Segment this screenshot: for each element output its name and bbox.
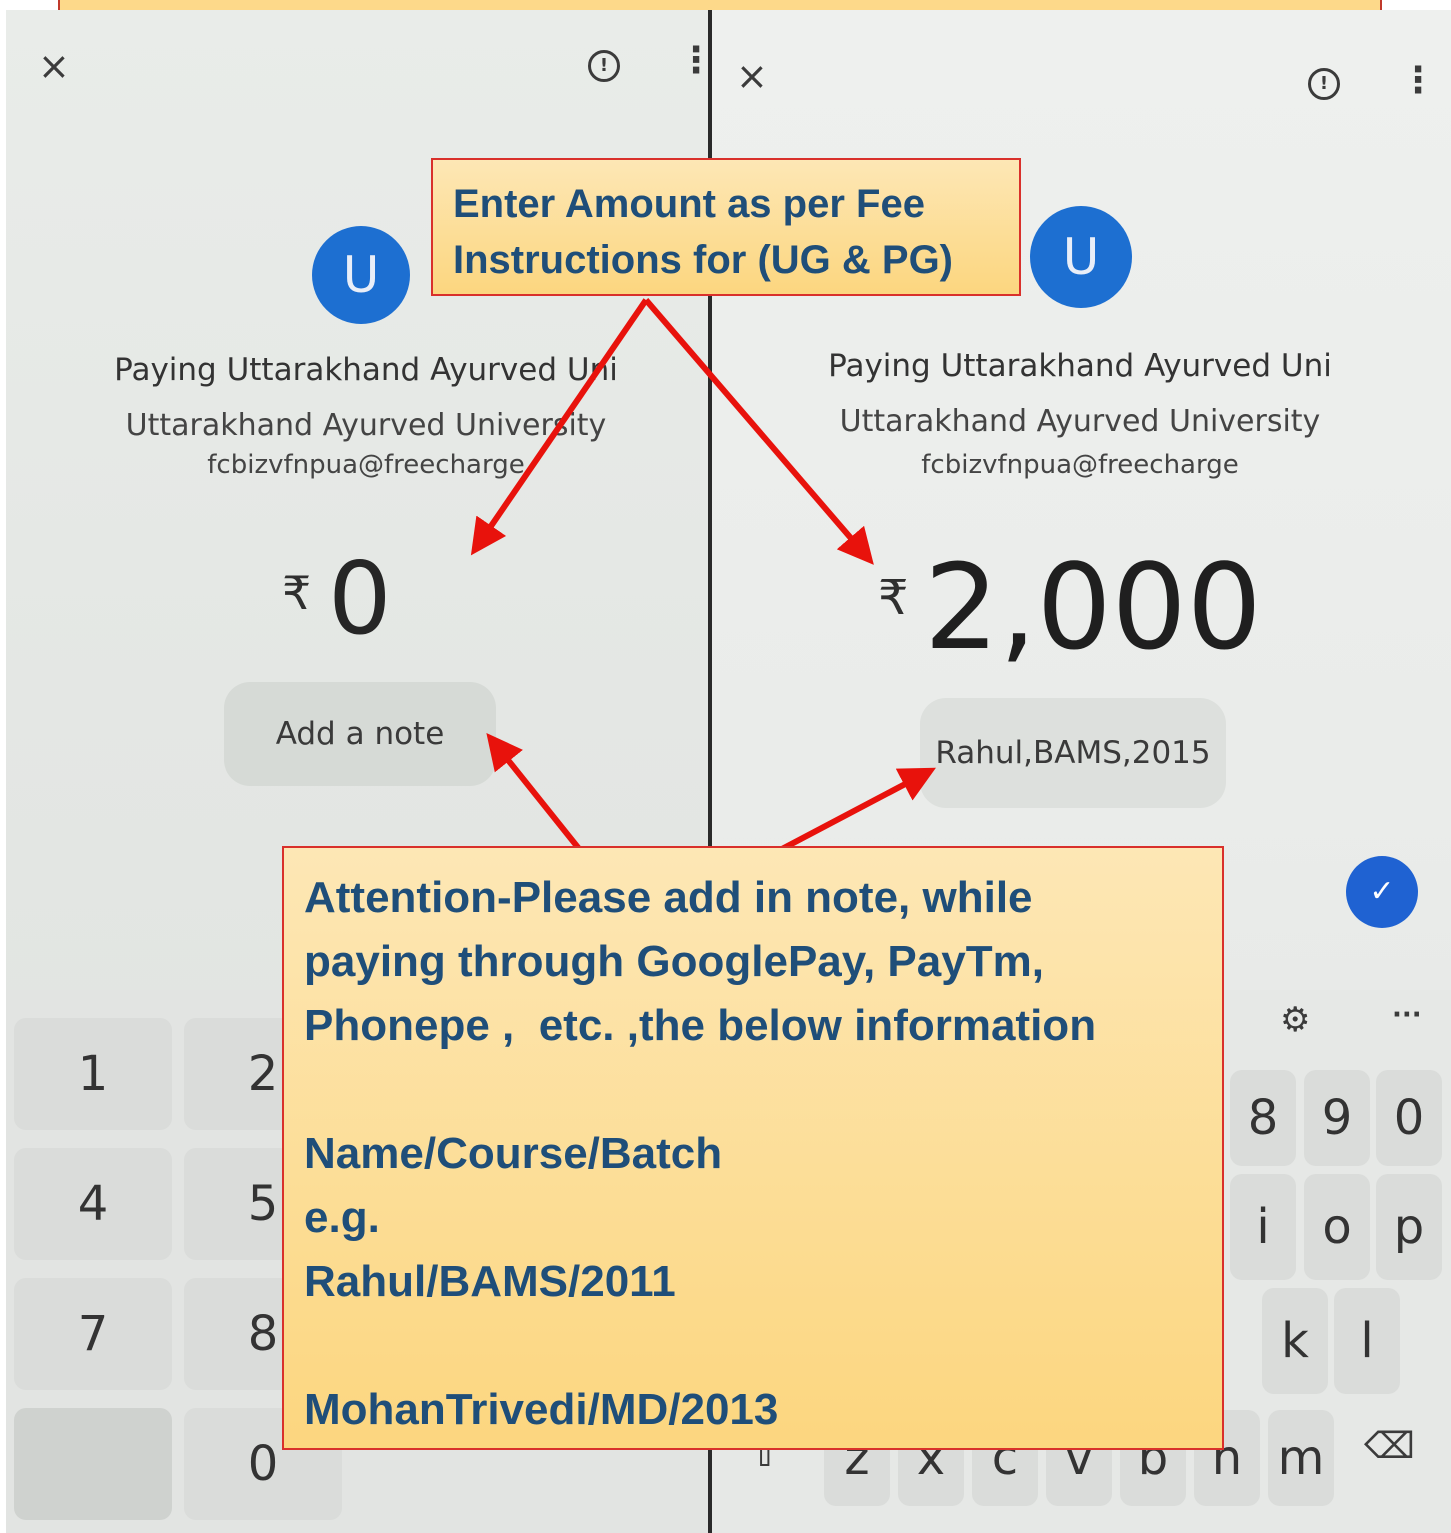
arrow-to-right-amount [643,298,874,565]
note-instruction-text: Attention-Please add in note, while payi… [304,873,1097,1434]
amount-instruction-callout: Enter Amount as per Fee Instructions for… [431,158,1021,296]
arrow-to-right-note [778,767,936,853]
arrow-to-left-amount [470,298,649,556]
arrow-to-left-note [486,732,583,852]
note-instruction-callout: Attention-Please add in note, while payi… [282,846,1224,1450]
amount-instruction-text: Enter Amount as per Fee Instructions for… [453,182,953,282]
